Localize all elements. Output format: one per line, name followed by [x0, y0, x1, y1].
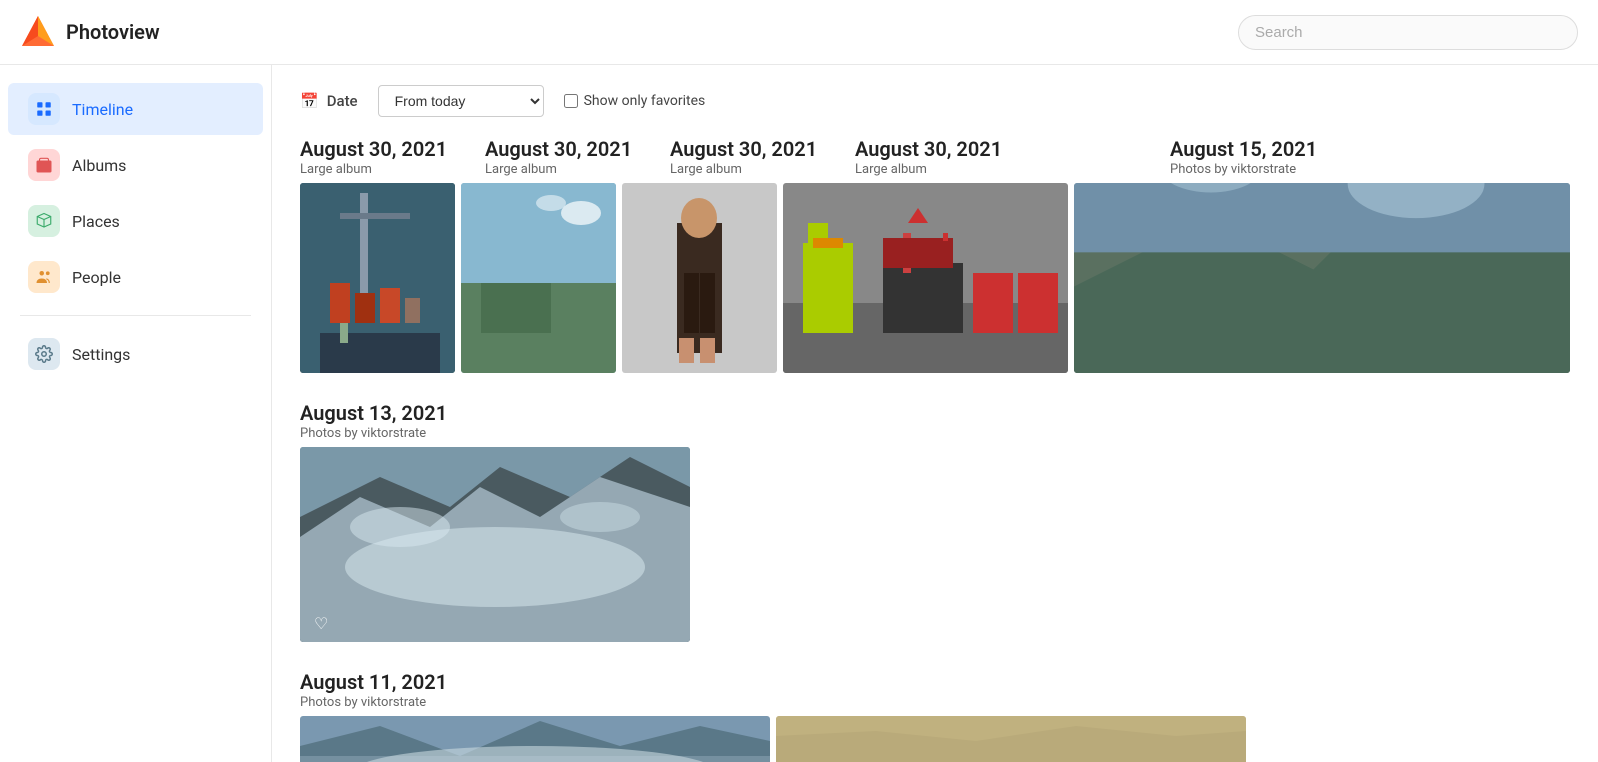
- favorites-checkbox[interactable]: [564, 94, 578, 108]
- photos-row: ♡: [300, 447, 1570, 642]
- timeline-label: Timeline: [72, 100, 133, 119]
- photo-thumb[interactable]: [783, 183, 1068, 373]
- people-icon: [28, 261, 60, 293]
- sidebar-item-people[interactable]: People: [8, 251, 263, 303]
- photo-thumb[interactable]: [776, 716, 1246, 762]
- svg-text:♡: ♡: [314, 614, 328, 633]
- group-subtitle: Large album: [855, 162, 1140, 177]
- places-label: Places: [72, 212, 120, 231]
- layout: Timeline Albums Places People Settings: [0, 65, 1598, 762]
- group-date: August 13, 2021: [300, 401, 1570, 425]
- places-icon: [28, 205, 60, 237]
- date-label: Date: [327, 92, 358, 110]
- header: Photoview: [0, 0, 1598, 65]
- group-subtitle: Photos by viktorstrate: [1170, 162, 1570, 177]
- favorites-filter[interactable]: Show only favorites: [564, 93, 706, 109]
- sidebar-item-settings[interactable]: Settings: [8, 328, 263, 380]
- date-dropdown[interactable]: From today From last week From last mont…: [378, 85, 544, 117]
- sidebar-item-places[interactable]: Places: [8, 195, 263, 247]
- photo-thumb[interactable]: [461, 183, 616, 373]
- sidebar-item-albums[interactable]: Albums: [8, 139, 263, 191]
- photo-group-aug11: August 11, 2021 Photos by viktorstrate: [300, 670, 1570, 762]
- settings-icon: [28, 338, 60, 370]
- photo-thumb[interactable]: ♡: [300, 447, 690, 642]
- calendar-icon: 📅: [300, 92, 319, 110]
- timeline-icon: [28, 93, 60, 125]
- group-date: August 30, 2021: [300, 137, 455, 161]
- photo-thumb[interactable]: [1074, 183, 1570, 373]
- photo-thumb[interactable]: [300, 716, 770, 762]
- group-header: August 11, 2021 Photos by viktorstrate: [300, 670, 1570, 710]
- app-title: Photoview: [66, 20, 160, 44]
- sidebar-item-timeline[interactable]: Timeline: [8, 83, 263, 135]
- group-subtitle: Photos by viktorstrate: [300, 695, 1570, 710]
- group-date: August 30, 2021: [670, 137, 825, 161]
- albums-icon: [28, 149, 60, 181]
- group-subtitle: Large album: [300, 162, 455, 177]
- group-date: August 15, 2021: [1170, 137, 1570, 161]
- logo-area: Photoview: [20, 14, 160, 50]
- photo-thumb[interactable]: [300, 183, 455, 373]
- nav-divider: [20, 315, 251, 316]
- people-label: People: [72, 268, 121, 287]
- search-bar[interactable]: [1238, 15, 1578, 50]
- filters-row: 📅 Date From today From last week From la…: [300, 85, 1570, 117]
- group-header: August 13, 2021 Photos by viktorstrate: [300, 401, 1570, 441]
- sidebar: Timeline Albums Places People Settings: [0, 65, 272, 762]
- photo-group-aug13: August 13, 2021 Photos by viktorstrate ♡: [300, 401, 1570, 642]
- photos-row: [300, 183, 1570, 373]
- albums-label: Albums: [72, 156, 126, 175]
- group-date: August 30, 2021: [855, 137, 1140, 161]
- main-content: 📅 Date From today From last week From la…: [272, 65, 1598, 762]
- favorites-label-text: Show only favorites: [584, 93, 706, 109]
- photo-thumb[interactable]: [622, 183, 777, 373]
- photos-row: [300, 716, 1570, 762]
- group-subtitle: Large album: [485, 162, 640, 177]
- app-logo: [20, 14, 56, 50]
- group-date: August 11, 2021: [300, 670, 1570, 694]
- photo-group-aug30: August 30, 2021 Large album August 30, 2…: [300, 137, 1570, 373]
- search-input[interactable]: [1238, 15, 1578, 50]
- group-subtitle: Photos by viktorstrate: [300, 426, 1570, 441]
- group-date: August 30, 2021: [485, 137, 640, 161]
- group-subtitle: Large album: [670, 162, 825, 177]
- settings-label: Settings: [72, 345, 130, 364]
- date-section: 📅 Date: [300, 92, 358, 110]
